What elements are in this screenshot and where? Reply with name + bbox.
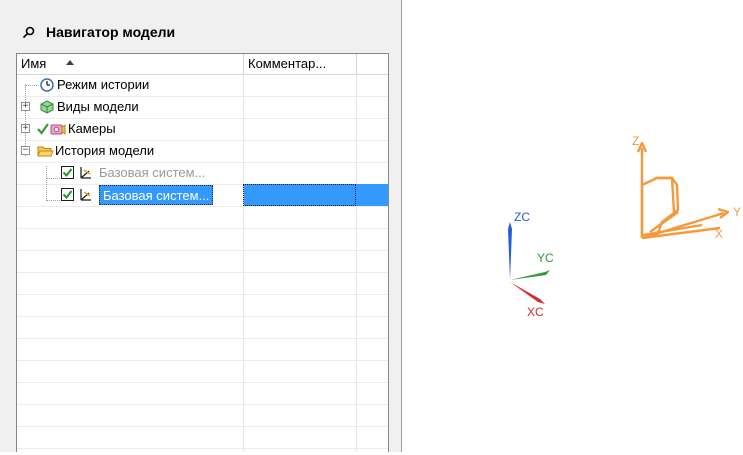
tree-item-label: Базовая систем... [99,165,206,180]
tree-item-label: Базовая систем... [99,185,214,205]
expand-plus-icon[interactable]: + [21,124,30,133]
checkbox-checked-icon[interactable] [61,188,74,201]
model-tree[interactable]: Имя Комментар... Режим истории + Виды мо… [16,53,389,452]
datum-csys-icon [80,189,91,201]
wcs-triad: ZC YC XC [508,210,554,319]
wcs-yc-label: YC [537,251,554,265]
sort-ascending-icon [65,60,74,66]
tree-item-history-mode[interactable]: Режим истории [17,74,388,96]
tree-item-model-views[interactable]: + Виды модели [17,96,388,118]
clock-icon [40,78,54,92]
pin-icon[interactable] [22,25,36,39]
collapse-minus-icon[interactable]: − [21,146,30,155]
checkmark-icon [37,123,49,135]
column-header: Имя Комментар... [17,54,388,75]
open-folder-icon [37,146,54,157]
navigator-header: Навигатор модели [22,19,175,45]
expand-plus-icon[interactable]: + [21,102,30,111]
datum-csys-icon [80,167,91,179]
graphics-viewport[interactable]: ZC YC XC Z Y X [402,0,743,452]
column-comment-label: Комментар... [248,56,327,71]
viewport-canvas[interactable]: ZC YC XC Z Y X [402,0,743,452]
tree-item-label: Виды модели [57,99,139,114]
part-navigator-panel: Навигатор модели Имя Комментар... Режим … [0,0,402,452]
column-header-name[interactable]: Имя [17,54,244,74]
datum-x-label: X [715,227,723,241]
column-header-comment[interactable]: Комментар... [244,54,357,74]
camera-icon [50,124,66,135]
wcs-zc-label: ZC [514,210,530,224]
tree-item-datum-csys-2[interactable]: Базовая систем... [17,184,388,206]
checkbox-checked-icon[interactable] [61,166,74,179]
column-header-filler [357,54,388,74]
tree-item-label: Камеры [68,121,116,136]
datum-z-label: Z [632,134,639,148]
tree-item-datum-csys-1[interactable]: Базовая систем... [17,162,388,184]
wcs-xc-label: XC [527,305,544,319]
column-name-label: Имя [21,56,47,71]
tree-item-label: История модели [55,143,155,158]
model-views-icon [40,100,54,114]
tree-item-label: Режим истории [57,77,150,92]
comment-cell-focus[interactable] [243,184,356,206]
navigator-title: Навигатор модели [46,24,176,40]
tree-item-cameras[interactable]: + Камеры [17,118,388,140]
tree-item-model-history[interactable]: − История модели [17,140,388,162]
datum-csys [636,141,730,240]
datum-y-label: Y [733,205,741,219]
